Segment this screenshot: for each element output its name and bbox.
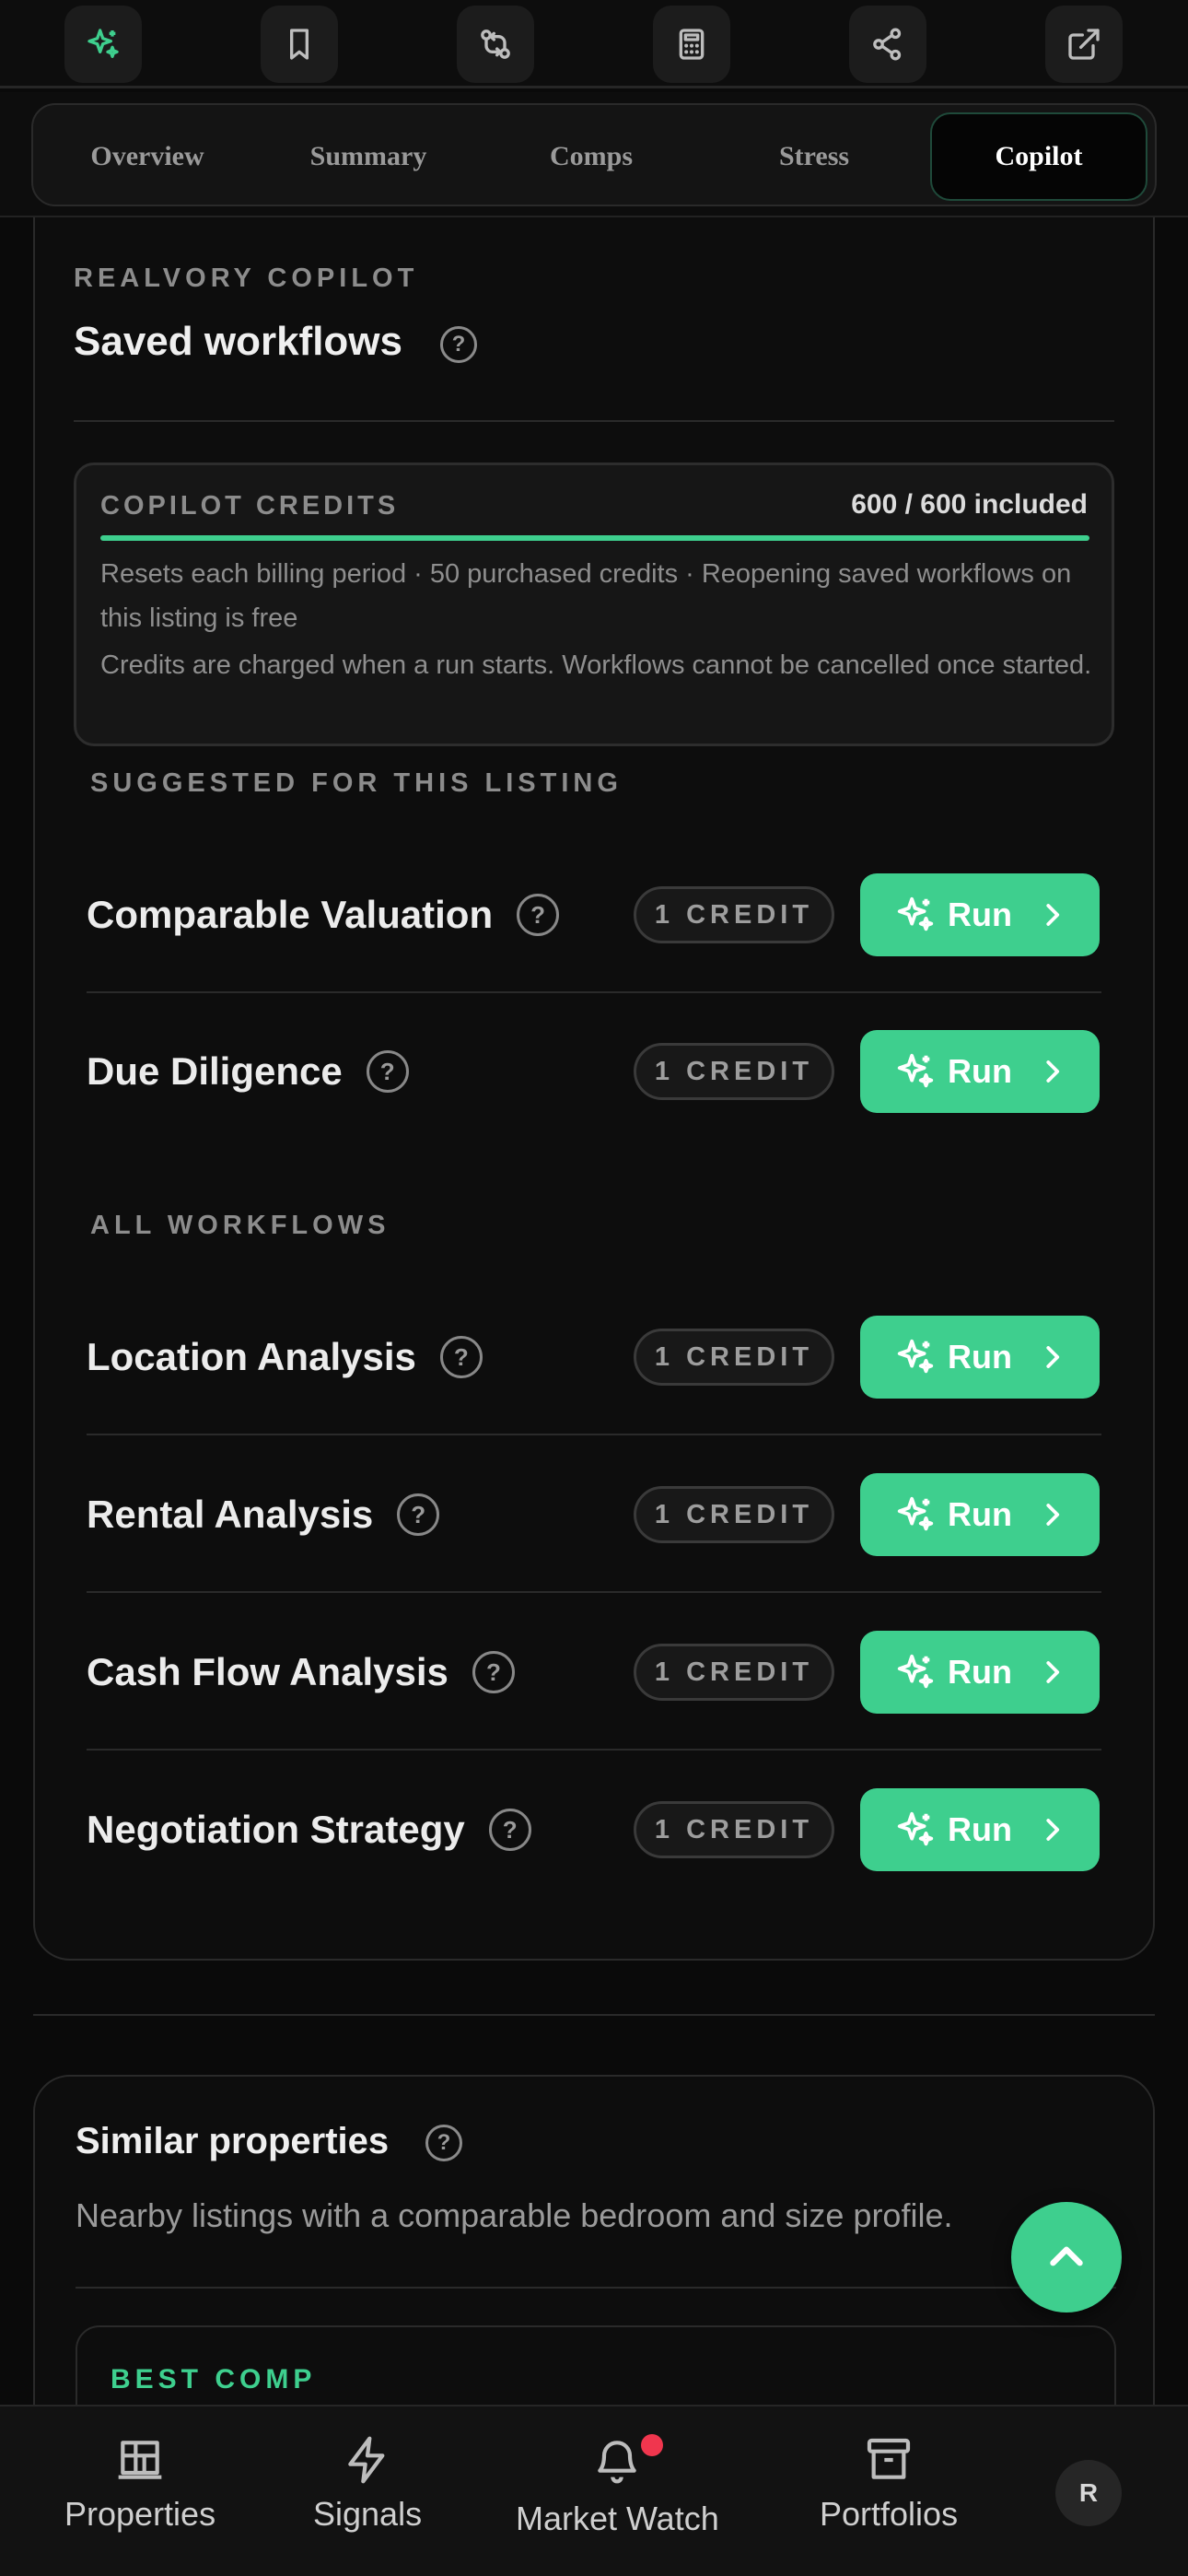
sparkles-icon: [897, 1654, 934, 1689]
credit-cost-badge: 1 CREDIT: [634, 1644, 834, 1701]
help-icon[interactable]: ?: [440, 326, 477, 363]
avatar[interactable]: R: [1055, 2460, 1122, 2526]
tab-comps[interactable]: Comps: [486, 112, 696, 201]
help-icon[interactable]: ?: [472, 1651, 515, 1693]
bell-icon: [598, 2441, 637, 2484]
help-icon[interactable]: ?: [366, 1050, 409, 1093]
sparkles-icon: [897, 1053, 934, 1088]
workflow-name: Rental Analysis?: [87, 1436, 440, 1593]
tab-bar: Overview Summary Comps Stress Copilot: [31, 103, 1157, 206]
workflow-row: Negotiation Strategy? 1 CREDIT Run: [87, 1751, 1101, 1908]
nav-label: Portfolios: [820, 2495, 959, 2533]
similar-title: Similar properties: [76, 2121, 390, 2161]
run-label: Run: [948, 896, 1012, 933]
credits-value: 600 / 600 included: [851, 489, 1088, 520]
workflow-name: Comparable Valuation?: [87, 837, 560, 993]
run-workflow-button[interactable]: Run: [860, 873, 1100, 956]
suggested-section-label: SUGGESTED FOR THIS LISTING: [90, 768, 623, 798]
chevron-right-icon: [1046, 1346, 1060, 1368]
tab-overview[interactable]: Overview: [42, 112, 252, 201]
help-icon[interactable]: ?: [439, 1336, 483, 1378]
nav-label: Signals: [313, 2495, 423, 2533]
workflow-name: Cash Flow Analysis?: [87, 1594, 515, 1751]
run-workflow-button[interactable]: Run: [860, 1473, 1100, 1556]
nav-signals[interactable]: Signals: [313, 2434, 422, 2534]
top-toolbar: [0, 0, 1188, 88]
nav-properties[interactable]: Properties: [64, 2434, 215, 2534]
run-label: Run: [948, 1338, 1012, 1376]
credit-cost-badge: 1 CREDIT: [634, 1043, 834, 1100]
workflow-row: Rental Analysis? 1 CREDIT Run: [87, 1436, 1101, 1593]
divider: [76, 2287, 1116, 2289]
similar-subtitle: Nearby listings with a comparable bedroo…: [76, 2196, 953, 2234]
chevron-right-icon: [1046, 904, 1060, 926]
sparkles-icon[interactable]: [64, 6, 142, 83]
chevron-right-icon: [1046, 1504, 1060, 1526]
workflow-row: Due Diligence? 1 CREDIT Run: [87, 993, 1101, 1150]
section-divider: [33, 2014, 1155, 2016]
credits-progress-fill: [100, 535, 1089, 541]
help-icon[interactable]: ?: [425, 2125, 462, 2161]
credit-cost-badge: 1 CREDIT: [634, 1486, 834, 1543]
credits-panel: COPILOT CREDITS 600 / 600 included Reset…: [74, 463, 1114, 746]
bookmark-icon[interactable]: [261, 6, 338, 83]
credits-note-billing: Resets each billing period · 50 purchase…: [100, 559, 1072, 633]
credits-note-charge: Credits are charged when a run starts. W…: [100, 650, 1092, 680]
best-comp-label: BEST COMP: [111, 2364, 317, 2395]
nav-label: Market Watch: [516, 2500, 719, 2537]
run-workflow-button[interactable]: Run: [860, 1788, 1100, 1871]
run-workflow-button[interactable]: Run: [860, 1030, 1100, 1113]
help-icon[interactable]: ?: [517, 894, 560, 936]
sparkles-icon: [897, 1811, 934, 1846]
help-icon[interactable]: ?: [488, 1809, 531, 1851]
building-icon: [118, 2441, 162, 2479]
workflow-name: Negotiation Strategy?: [87, 1751, 531, 1908]
sparkles-icon: [897, 1339, 934, 1374]
copilot-title: Saved workflows: [74, 319, 403, 364]
workflow-name: Location Analysis?: [87, 1279, 483, 1435]
divider: [74, 420, 1114, 422]
chevron-up-icon: [1050, 2246, 1083, 2266]
compare-icon[interactable]: [457, 6, 534, 83]
bell-wrapper: [591, 2434, 664, 2490]
sparkles-icon: [897, 896, 934, 931]
credit-cost-badge: 1 CREDIT: [634, 886, 834, 943]
credit-cost-badge: 1 CREDIT: [634, 1801, 834, 1858]
credits-label: COPILOT CREDITS: [100, 491, 400, 521]
workflow-row: Comparable Valuation? 1 CREDIT Run: [87, 837, 1101, 993]
archive-icon: [867, 2438, 911, 2479]
copilot-eyebrow: REALVORY COPILOT: [74, 263, 419, 293]
all-workflows-label: ALL WORKFLOWS: [90, 1211, 390, 1240]
nav-portfolios[interactable]: Portfolios: [820, 2434, 958, 2534]
chevron-right-icon: [1046, 1819, 1060, 1841]
credit-cost-badge: 1 CREDIT: [634, 1329, 834, 1386]
run-workflow-button[interactable]: Run: [860, 1316, 1100, 1399]
run-workflow-button[interactable]: Run: [860, 1631, 1100, 1714]
workflow-row: Cash Flow Analysis? 1 CREDIT Run: [87, 1594, 1101, 1751]
sparkles-icon: [897, 1496, 934, 1531]
run-label: Run: [948, 1653, 1012, 1691]
lightning-icon: [348, 2436, 385, 2484]
share-icon[interactable]: [849, 6, 926, 83]
credits-progress-bar: [100, 535, 1089, 541]
nav-label: Properties: [64, 2495, 216, 2533]
nav-market-watch[interactable]: Market Watch: [516, 2434, 719, 2538]
scroll-to-top-button[interactable]: [1011, 2202, 1122, 2313]
workflow-row: Location Analysis? 1 CREDIT Run: [87, 1279, 1101, 1435]
bottom-navigation: Properties Signals Market Watch Portfoli…: [0, 2405, 1188, 2576]
calculator-icon[interactable]: [653, 6, 730, 83]
run-label: Run: [948, 1052, 1012, 1090]
notification-badge: [641, 2434, 664, 2456]
chevron-right-icon: [1046, 1060, 1060, 1083]
tab-bar-container: Overview Summary Comps Stress Copilot: [0, 92, 1188, 217]
run-label: Run: [948, 1810, 1012, 1848]
chevron-right-icon: [1046, 1661, 1060, 1683]
tab-summary[interactable]: Summary: [263, 112, 473, 201]
tab-stress[interactable]: Stress: [709, 112, 919, 201]
workflow-name: Due Diligence?: [87, 993, 409, 1150]
help-icon[interactable]: ?: [397, 1493, 440, 1536]
tab-copilot[interactable]: Copilot: [930, 112, 1147, 201]
external-link-icon[interactable]: [1045, 6, 1123, 83]
run-label: Run: [948, 1495, 1012, 1533]
